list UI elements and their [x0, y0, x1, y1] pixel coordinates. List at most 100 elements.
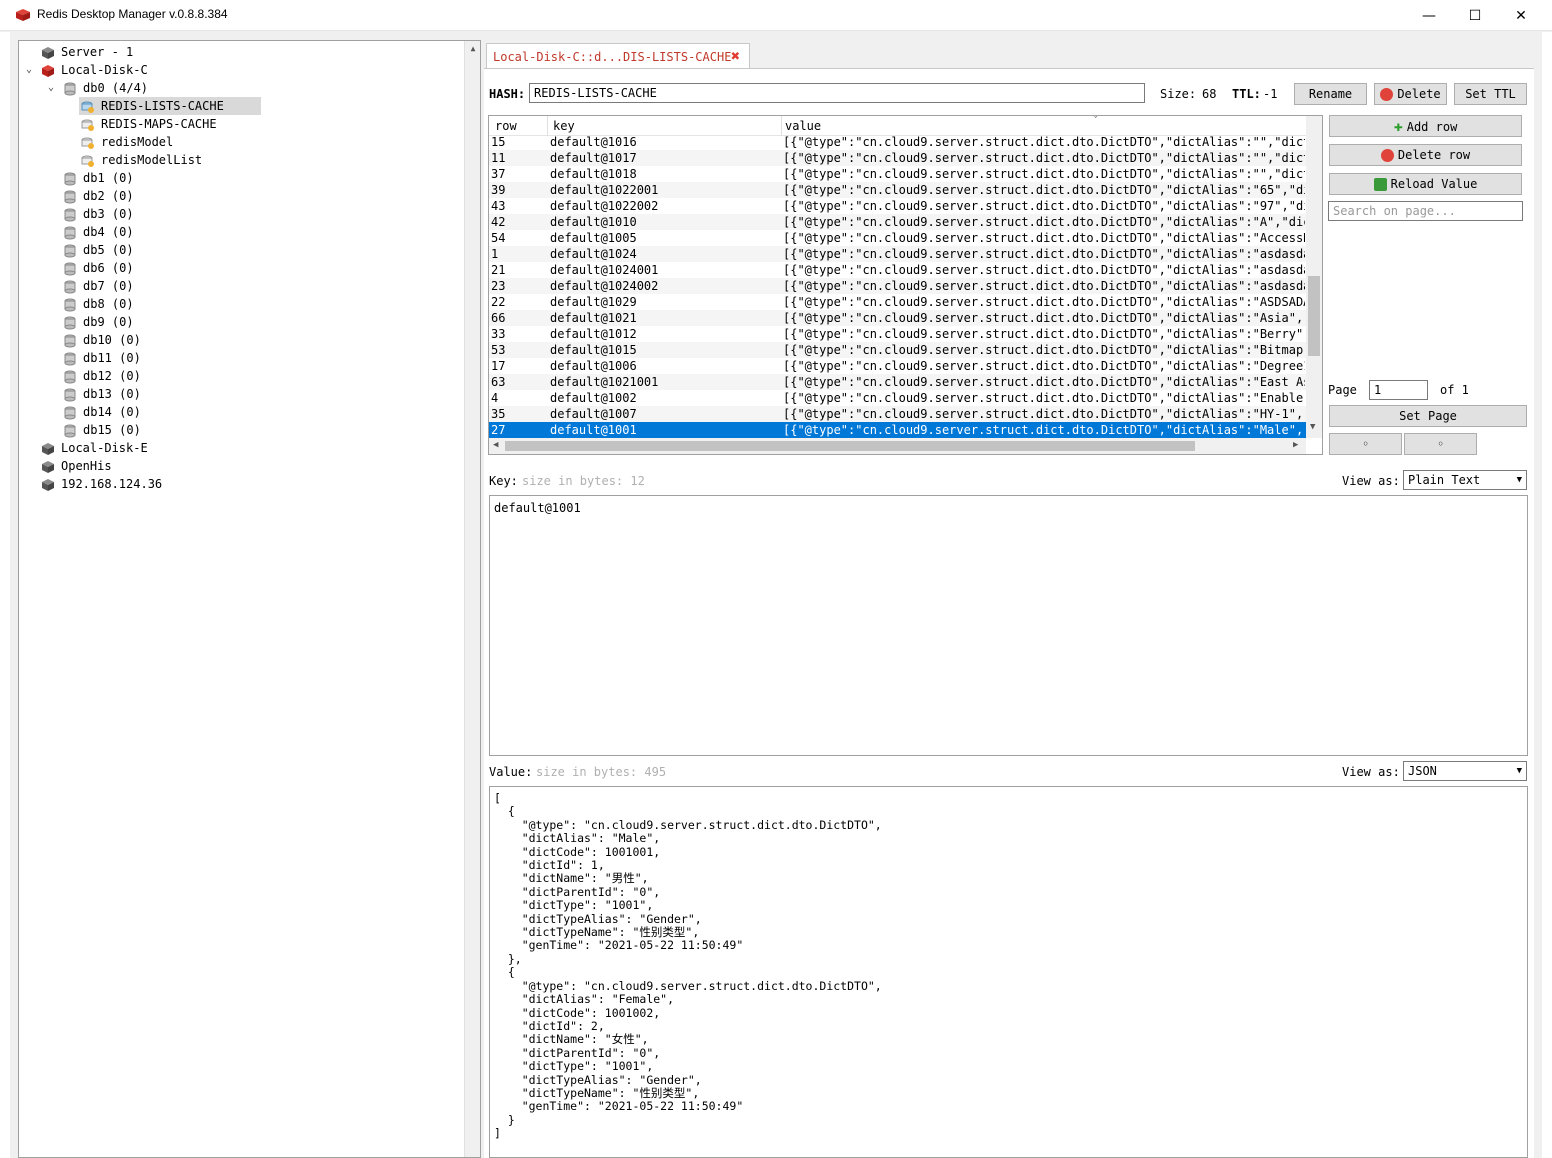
table-row[interactable]: 53 default@1015 [{"@type":"cn.cloud9.serve… [489, 342, 1307, 358]
tab-key-view[interactable]: Local-Disk-C::d...DIS-LISTS-CACHE ✖ [486, 43, 750, 69]
database-icon [63, 352, 77, 366]
tree-node-db8-0[interactable]: db8 (0) [63, 295, 134, 313]
table-row[interactable]: 4 default@1002 [{"@type":"cn.cloud9.server… [489, 390, 1307, 406]
delete-key-button[interactable]: Delete [1374, 83, 1447, 105]
add-row-button[interactable]: ✚ Add row [1329, 115, 1522, 137]
prev-page-button[interactable]: ◦ [1329, 433, 1402, 455]
tree-node-db14-0[interactable]: db14 (0) [63, 403, 141, 421]
reload-value-label: Reload Value [1390, 177, 1478, 191]
size-value: 68 [1202, 87, 1217, 101]
tree-node-db0-4-4[interactable]: db0 (4/4) [63, 79, 148, 97]
tree-node-redismodellist[interactable]: redisModelList [81, 151, 202, 169]
table-row[interactable]: 11 default@1017 [{"@type":"cn.cloud9.serve… [489, 150, 1307, 166]
tree-node-192-168-124-36[interactable]: 192.168.124.36 [41, 475, 162, 493]
value-size-hint: size in bytes: 495 [536, 765, 667, 779]
connection-tree[interactable]: ▲ Server - 1 ⌄ Local-Disk-C ⌄ db0 (4/4) REDIS… [18, 40, 481, 1158]
table-row[interactable]: 22 default@1029 [{"@type":"cn.cloud9.serve… [489, 294, 1307, 310]
redis-connection-icon [41, 64, 55, 78]
key-editor[interactable]: default@1001 [489, 495, 1528, 756]
tree-node-db11-0[interactable]: db11 (0) [63, 349, 141, 367]
tree-node-label: db13 (0) [83, 387, 141, 401]
value-view-as-select[interactable]: JSON ▼ [1403, 761, 1527, 781]
table-row[interactable]: 21 default@1024001 [{"@type":"cn.cloud9.se… [489, 262, 1307, 278]
table-row[interactable]: 54 default@1005 [{"@type":"cn.cloud9.serve… [489, 230, 1307, 246]
tree-node-local-disk-c[interactable]: Local-Disk-C [41, 61, 148, 79]
key-size-hint: size in bytes: 12 [522, 474, 645, 488]
table-row[interactable]: 63 default@1021001 [{"@type":"cn.cloud9.se… [489, 374, 1307, 390]
tree-node-db13-0[interactable]: db13 (0) [63, 385, 141, 403]
cell-key: default@1012 [550, 327, 637, 341]
scroll-up-icon[interactable]: ▲ [465, 41, 481, 57]
tree-node-db7-0[interactable]: db7 (0) [63, 277, 134, 295]
table-row[interactable]: 39 default@1022001 [{"@type":"cn.cloud9.se… [489, 182, 1307, 198]
database-icon [63, 370, 77, 384]
set-page-button[interactable]: Set Page [1329, 405, 1527, 427]
key-view-as-select[interactable]: Plain Text ▼ [1403, 470, 1527, 490]
expand-chevron-icon[interactable]: ⌄ [23, 61, 35, 79]
hash-table[interactable]: row key value ⌄ 15 default@1016 [{"@type":… [488, 115, 1323, 455]
cell-value: [{"@type":"cn.cloud9.server.struct.dict.… [783, 391, 1305, 405]
tree-node-db5-0[interactable]: db5 (0) [63, 241, 134, 259]
value-editor[interactable]: [ { "@type": "cn.cloud9.server.struct.di… [489, 786, 1528, 1158]
table-row[interactable]: 27 default@1001 [{"@type":"cn.cloud9.serve… [489, 422, 1307, 438]
cell-row: 53 [491, 343, 506, 357]
tab-close-icon[interactable]: ✖ [731, 49, 745, 64]
maximize-button[interactable]: ☐ [1452, 0, 1498, 31]
set-ttl-button[interactable]: Set TTL [1454, 83, 1527, 105]
minimize-button[interactable]: — [1406, 0, 1452, 31]
value-editor-label: Value: [489, 765, 533, 779]
tree-node-db12-0[interactable]: db12 (0) [63, 367, 141, 385]
tree-node-db9-0[interactable]: db9 (0) [63, 313, 134, 331]
tree-node-db6-0[interactable]: db6 (0) [63, 259, 134, 277]
scroll-thumb[interactable] [1308, 276, 1320, 356]
column-header-row[interactable]: row [495, 119, 517, 133]
scroll-left-icon[interactable]: ◀ [493, 440, 498, 450]
ttl-value: -1 [1263, 87, 1278, 101]
table-row[interactable]: 42 default@1010 [{"@type":"cn.cloud9.serve… [489, 214, 1307, 230]
table-row[interactable]: 15 default@1016 [{"@type":"cn.cloud9.serve… [489, 134, 1307, 150]
delete-row-button[interactable]: Delete row [1329, 144, 1522, 166]
tree-node-db3-0[interactable]: db3 (0) [63, 205, 134, 223]
column-header-key[interactable]: key [553, 119, 575, 133]
tree-node-local-disk-e[interactable]: Local-Disk-E [41, 439, 148, 457]
tree-node-server-1[interactable]: Server - 1 [41, 43, 133, 61]
table-row[interactable]: 35 default@1007 [{"@type":"cn.cloud9.serve… [489, 406, 1307, 422]
h-scroll-thumb[interactable] [505, 441, 1195, 451]
tree-node-redis-lists-cache[interactable]: REDIS-LISTS-CACHE [79, 97, 261, 115]
table-row[interactable]: 33 default@1012 [{"@type":"cn.cloud9.serve… [489, 326, 1307, 342]
page-number-input[interactable]: 1 [1369, 380, 1428, 400]
table-row[interactable]: 23 default@1024002 [{"@type":"cn.cloud9.se… [489, 278, 1307, 294]
rename-button[interactable]: Rename [1294, 83, 1367, 105]
reload-value-button[interactable]: Reload Value [1329, 173, 1522, 195]
cell-key: default@1007 [550, 407, 637, 421]
table-row[interactable]: 37 default@1018 [{"@type":"cn.cloud9.serve… [489, 166, 1307, 182]
tree-node-db2-0[interactable]: db2 (0) [63, 187, 134, 205]
table-row[interactable]: 43 default@1022002 [{"@type":"cn.cloud9.se… [489, 198, 1307, 214]
tree-node-redis-maps-cache[interactable]: REDIS-MAPS-CACHE [81, 115, 217, 133]
search-on-page-input[interactable]: Search on page... [1328, 201, 1523, 221]
tree-node-label: db0 (4/4) [83, 81, 149, 95]
tree-node-db1-0[interactable]: db1 (0) [63, 169, 134, 187]
column-header-value[interactable]: value [785, 119, 821, 133]
tree-node-db10-0[interactable]: db10 (0) [63, 331, 141, 349]
next-page-button[interactable]: ◦ [1404, 433, 1477, 455]
reload-icon [1373, 178, 1387, 191]
cell-key: default@1024001 [550, 263, 659, 277]
table-vertical-scrollbar[interactable]: ▼ [1306, 116, 1322, 438]
tree-node-db15-0[interactable]: db15 (0) [63, 421, 141, 439]
close-button[interactable]: ✕ [1498, 0, 1544, 31]
tree-scrollbar[interactable]: ▲ [464, 41, 480, 1157]
table-row[interactable]: 66 default@1021 [{"@type":"cn.cloud9.serve… [489, 310, 1307, 326]
tree-node-openhis[interactable]: OpenHis [41, 457, 112, 475]
key-name-field[interactable]: REDIS-LISTS-CACHE [529, 83, 1145, 103]
scroll-right-icon[interactable]: ▶ [1293, 440, 1298, 450]
cell-row: 39 [491, 183, 506, 197]
tree-node-redismodel[interactable]: redisModel [81, 133, 173, 151]
cell-row: 4 [491, 391, 499, 405]
table-row[interactable]: 1 default@1024 [{"@type":"cn.cloud9.server… [489, 246, 1307, 262]
scroll-down-icon[interactable]: ▼ [1310, 422, 1315, 432]
expand-chevron-icon[interactable]: ⌄ [45, 79, 57, 97]
table-row[interactable]: 17 default@1006 [{"@type":"cn.cloud9.serve… [489, 358, 1307, 374]
tree-node-db4-0[interactable]: db4 (0) [63, 223, 134, 241]
table-horizontal-scrollbar[interactable]: ◀ ▶ [489, 438, 1306, 454]
